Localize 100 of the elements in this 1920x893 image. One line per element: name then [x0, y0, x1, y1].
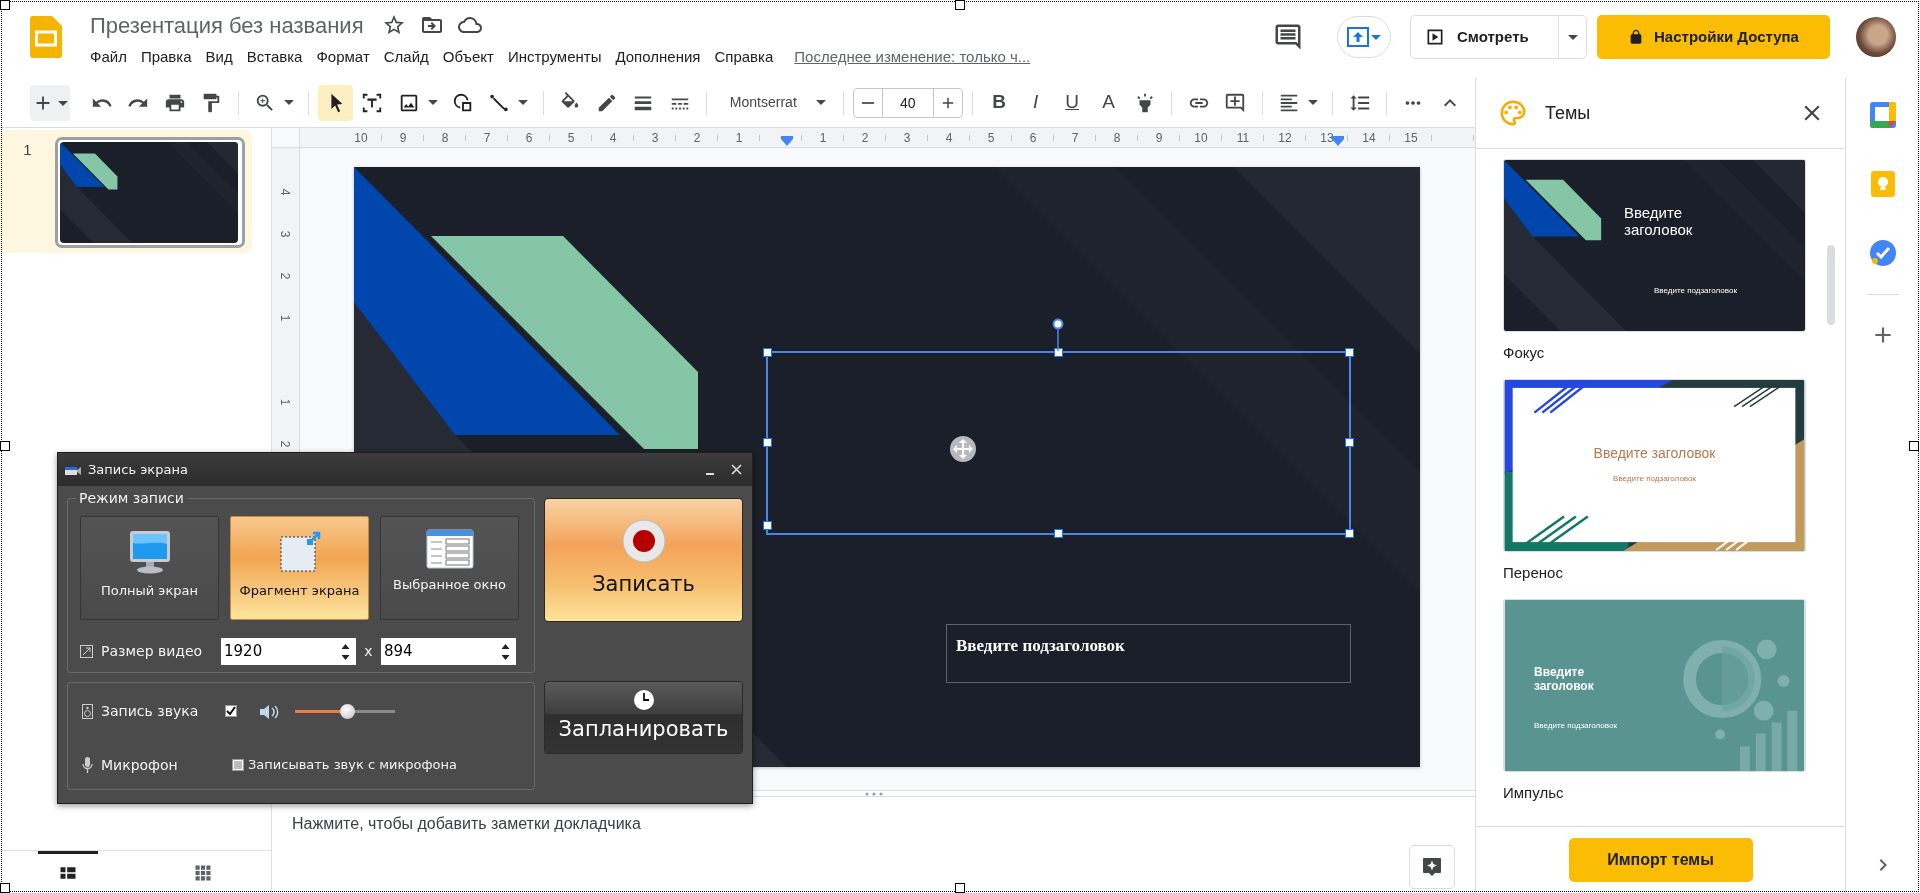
document-title[interactable]: Презентация без названия — [86, 6, 368, 44]
frame-handle[interactable] — [0, 441, 10, 451]
frame-handle[interactable] — [1909, 441, 1919, 451]
video-size-label: Размер видео — [101, 642, 204, 661]
menu-item[interactable]: Инструменты — [500, 42, 609, 72]
theme-preview-title: Введите заголовок — [1534, 666, 1595, 694]
window-icon — [425, 529, 474, 569]
italic-button[interactable]: I — [1018, 84, 1053, 121]
sound-checkbox[interactable] — [225, 705, 237, 717]
ruler-number: 3 — [902, 131, 912, 145]
menu-item[interactable]: Дополнения — [608, 42, 708, 72]
frame-handle[interactable] — [955, 0, 965, 10]
bold-button[interactable]: B — [981, 84, 1017, 121]
scrollbar-thumb[interactable] — [1827, 245, 1835, 325]
slide-thumbnail[interactable] — [55, 137, 245, 248]
schedule-button[interactable]: Запланировать — [544, 681, 743, 754]
caret-icon[interactable] — [518, 100, 529, 105]
menu-item[interactable]: Формат — [309, 42, 377, 72]
resize-handle[interactable] — [763, 521, 772, 530]
mode-button[interactable]: Выбранное окно — [380, 516, 519, 620]
avatar[interactable] — [1856, 17, 1896, 57]
subtitle-placeholder[interactable]: Введите подзаголовок — [946, 624, 1351, 683]
volume-icon — [259, 703, 281, 720]
rotate-handle[interactable] — [1052, 318, 1064, 351]
title-placeholder-selection[interactable] — [766, 351, 1351, 535]
frame-handle[interactable] — [955, 883, 965, 893]
width-spinbox[interactable]: 1920 — [221, 638, 356, 665]
palette-icon — [1498, 98, 1528, 128]
ruler-number: 1 — [277, 314, 294, 322]
filmstrip-slide[interactable]: 1 — [0, 130, 252, 253]
mode-button[interactable]: Фрагмент экрана — [230, 516, 369, 620]
present-button[interactable]: Смотреть — [1411, 16, 1559, 58]
frame-handle[interactable] — [0, 0, 10, 10]
ruler-number: 7 — [1070, 131, 1080, 145]
menu-item[interactable]: Файл — [83, 42, 134, 72]
close-icon[interactable] — [731, 464, 742, 475]
font-size-control[interactable]: 40 — [852, 87, 963, 118]
theme-preview-title: Введите заголовок — [1592, 445, 1717, 462]
spin-arrows-icon[interactable] — [501, 642, 510, 661]
font-dropdown[interactable]: Montserrat — [715, 84, 834, 121]
new-slide-button[interactable] — [30, 84, 71, 121]
caret-icon — [1567, 34, 1578, 40]
resize-handle[interactable] — [1053, 348, 1063, 357]
spin-arrows-icon[interactable] — [341, 642, 350, 661]
height-spinbox[interactable]: 894 — [381, 638, 516, 665]
resize-handle[interactable] — [1053, 529, 1063, 538]
resize-handle[interactable] — [1345, 348, 1354, 357]
caret-icon — [815, 100, 826, 105]
drag-handle-icon[interactable] — [863, 791, 884, 796]
comment-icon[interactable] — [1273, 22, 1303, 52]
minus-icon — [861, 101, 874, 104]
theme-preview[interactable]: Введите заголовок Введите подзаголовок — [1503, 379, 1806, 552]
clock-icon — [632, 689, 655, 712]
theme-preview[interactable]: Введите заголовок Введите подзаголовок — [1503, 159, 1806, 332]
frame-handle[interactable] — [0, 883, 10, 893]
resize-handle[interactable] — [763, 438, 772, 447]
calendar-icon[interactable] — [1869, 101, 1897, 129]
underline-button[interactable]: U — [1054, 84, 1090, 121]
meeting-button[interactable] — [1337, 16, 1391, 58]
menu-item[interactable]: Вид — [198, 42, 240, 72]
import-theme-button[interactable]: Импорт темы — [1568, 838, 1753, 882]
record-button[interactable]: Записать — [544, 498, 743, 622]
menu-item[interactable]: Вставка — [239, 42, 310, 72]
ruler-number: 6 — [1028, 131, 1038, 145]
mode-button[interactable]: Полный экран — [80, 516, 219, 620]
theme-preview-subtitle: Введите подзаголовок — [1612, 474, 1697, 484]
share-button[interactable]: Настройки Доступа — [1597, 15, 1830, 59]
resize-handle[interactable] — [763, 348, 772, 357]
caret-icon[interactable] — [1308, 100, 1318, 105]
menu-item[interactable]: Правка — [133, 42, 199, 72]
resize-handle[interactable] — [1345, 438, 1354, 447]
ruler-number: 8 — [440, 131, 450, 145]
tasks-icon[interactable] — [1869, 239, 1897, 267]
ruler-number: 12 — [1277, 131, 1293, 145]
star-icon[interactable] — [381, 13, 406, 37]
theme-name: Перенос — [1503, 564, 1563, 582]
caret-icon[interactable] — [284, 100, 294, 105]
checkbox-label: Записывать звук с микрофона — [248, 756, 458, 775]
last-edit-link[interactable]: Последнее изменение: только ч... — [794, 45, 1031, 69]
menu-item[interactable]: Справка — [707, 42, 781, 72]
explore-button[interactable] — [1409, 845, 1455, 889]
resize-handle[interactable] — [1345, 529, 1354, 538]
volume-thumb[interactable] — [340, 703, 355, 719]
font-size-field[interactable]: 40 — [881, 88, 934, 117]
move-icon[interactable] — [949, 435, 977, 463]
menu-item[interactable]: Слайд — [376, 42, 436, 72]
microphone-checkbox[interactable] — [232, 759, 244, 771]
indent-marker[interactable] — [1332, 136, 1344, 146]
ruler-number: 9 — [398, 131, 408, 145]
tool-button[interactable] — [318, 84, 353, 121]
ruler-number: 5 — [986, 131, 996, 145]
slide-number: 1 — [22, 140, 33, 160]
text-color-button[interactable]: A — [1091, 84, 1126, 121]
indent-marker[interactable] — [781, 136, 793, 146]
add-comment-icon[interactable] — [1224, 91, 1247, 114]
speaker-notes-placeholder[interactable]: Нажмите, чтобы добавить заметки докладчика — [292, 815, 641, 832]
panel-title: Темы — [1545, 101, 1591, 125]
ruler-number: 8 — [1112, 131, 1122, 145]
caret-icon[interactable] — [427, 100, 438, 105]
menu-item[interactable]: Объект — [435, 42, 501, 72]
